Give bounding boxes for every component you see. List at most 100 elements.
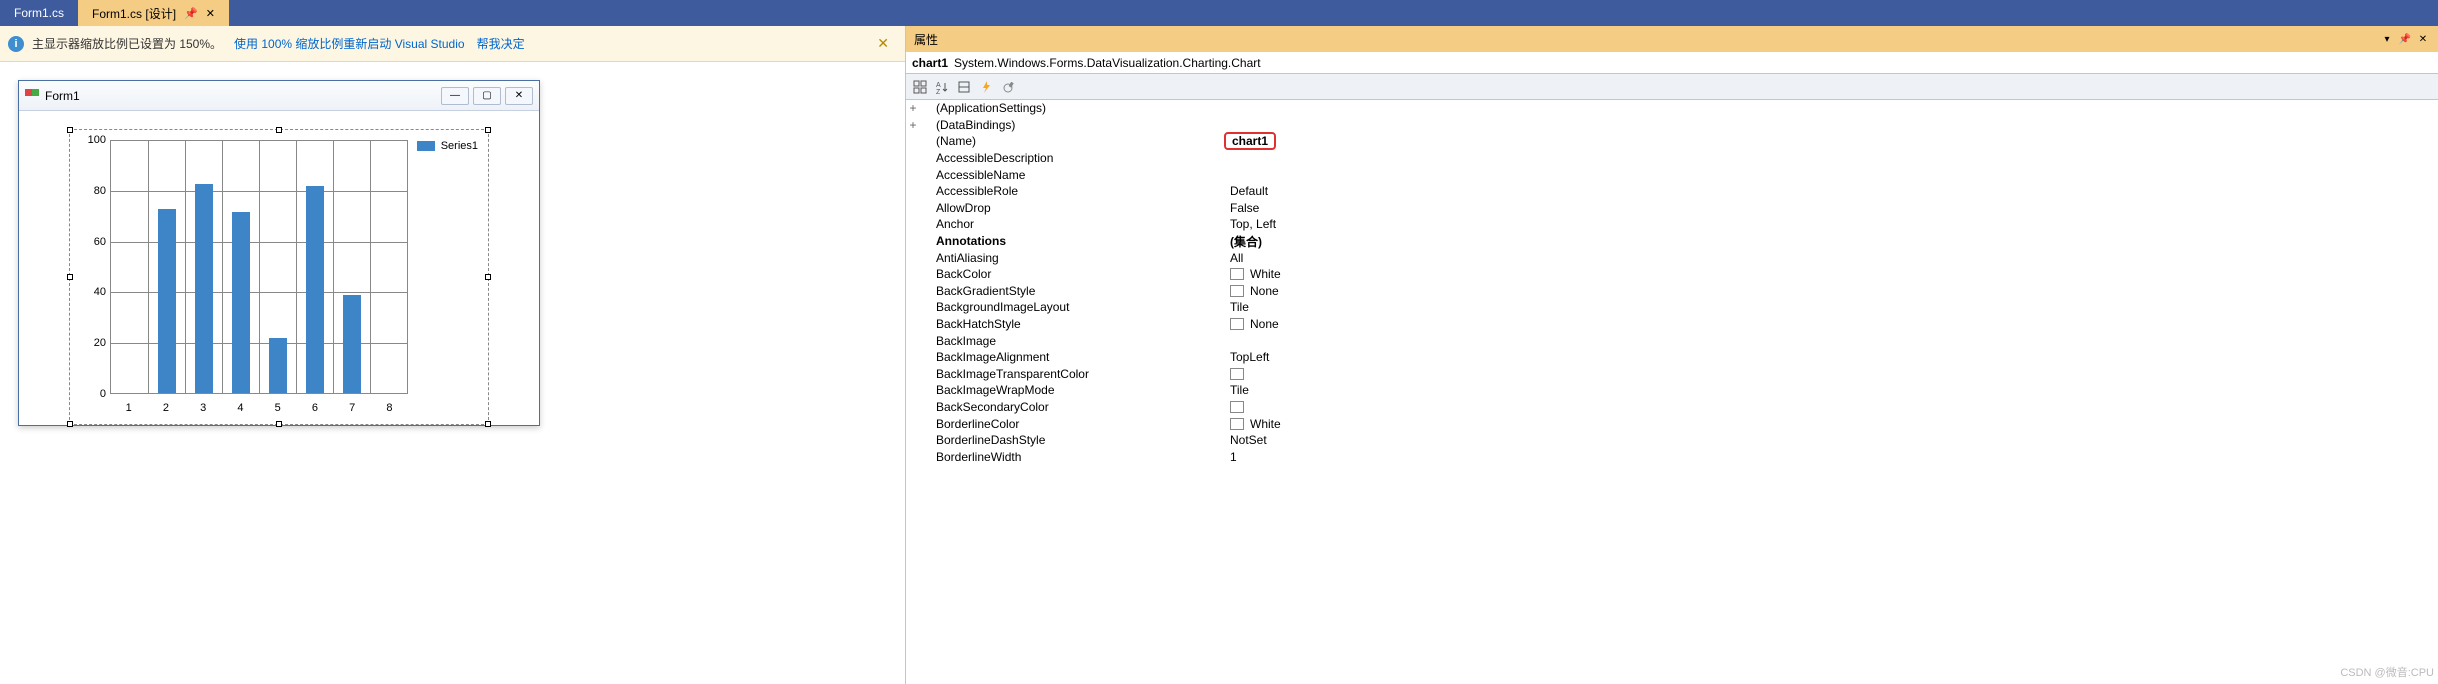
- pin-icon[interactable]: 📌: [2398, 32, 2412, 46]
- property-name: AccessibleRole: [920, 184, 1230, 198]
- form-body[interactable]: Series1 02040608010012345678: [19, 111, 539, 427]
- dropdown-icon[interactable]: ▾: [2380, 32, 2394, 46]
- help-link[interactable]: 帮我决定: [477, 35, 525, 52]
- property-row[interactable]: AntiAliasingAll: [906, 249, 2438, 266]
- property-name: Annotations: [920, 234, 1230, 248]
- property-value[interactable]: [1230, 368, 2438, 380]
- property-row[interactable]: AccessibleRoleDefault: [906, 183, 2438, 200]
- properties-grid[interactable]: +(ApplicationSettings)+(DataBindings)(Na…: [906, 100, 2438, 684]
- property-row[interactable]: BorderlineDashStyleNotSet: [906, 432, 2438, 449]
- property-name: BorderlineWidth: [920, 450, 1230, 464]
- x-tick-label: 3: [200, 402, 206, 414]
- property-row[interactable]: AccessibleName: [906, 166, 2438, 183]
- property-row[interactable]: BackImageAlignmentTopLeft: [906, 349, 2438, 366]
- property-row[interactable]: +(DataBindings): [906, 117, 2438, 134]
- tab-designer[interactable]: Form1.cs [设计] 📌 ✕: [78, 0, 229, 26]
- expand-icon[interactable]: +: [906, 118, 920, 132]
- property-name: AllowDrop: [920, 201, 1230, 215]
- object-selector[interactable]: chart1 System.Windows.Forms.DataVisualiz…: [906, 52, 2438, 74]
- form-icon: [25, 89, 39, 103]
- property-value[interactable]: TopLeft: [1230, 350, 2438, 364]
- property-name: BackColor: [920, 267, 1230, 281]
- properties-title: 属性 ▾ 📌 ✕: [906, 26, 2438, 52]
- property-row[interactable]: BackgroundImageLayoutTile: [906, 299, 2438, 316]
- property-row[interactable]: (Name)chart1: [906, 133, 2438, 150]
- property-value[interactable]: Tile: [1230, 300, 2438, 314]
- color-swatch: [1230, 368, 1244, 380]
- property-value[interactable]: [1230, 401, 2438, 413]
- property-row[interactable]: AllowDropFalse: [906, 200, 2438, 217]
- info-message: 主显示器缩放比例已设置为 150%。: [32, 35, 222, 52]
- chart-bar: [158, 209, 176, 393]
- properties-toolbar: AZ: [906, 74, 2438, 100]
- y-tick-label: 20: [70, 337, 106, 349]
- property-row[interactable]: BackGradientStyleNone: [906, 283, 2438, 300]
- tab-code[interactable]: Form1.cs: [0, 0, 78, 26]
- property-name: AccessibleName: [920, 168, 1230, 182]
- minimize-button[interactable]: —: [441, 87, 469, 105]
- property-row[interactable]: AccessibleDescription: [906, 150, 2438, 167]
- close-icon[interactable]: ✕: [2416, 32, 2430, 46]
- chart-bar: [306, 186, 324, 393]
- designer-canvas[interactable]: Form1 — ▢ ✕: [0, 62, 905, 684]
- alphabetical-icon[interactable]: AZ: [932, 77, 952, 97]
- property-value[interactable]: Default: [1230, 184, 2438, 198]
- property-name: BackgroundImageLayout: [920, 300, 1230, 314]
- x-tick-label: 2: [163, 402, 169, 414]
- property-row[interactable]: Annotations(集合): [906, 233, 2438, 250]
- property-name: BackSecondaryColor: [920, 400, 1230, 414]
- property-value[interactable]: 1: [1230, 450, 2438, 464]
- chart: Series1 02040608010012345678: [70, 130, 488, 424]
- x-tick-label: 7: [349, 402, 355, 414]
- property-value[interactable]: None: [1230, 317, 2438, 331]
- property-value[interactable]: Top, Left: [1230, 217, 2438, 231]
- property-row[interactable]: BorderlineColorWhite: [906, 415, 2438, 432]
- property-row[interactable]: AnchorTop, Left: [906, 216, 2438, 233]
- tab-strip: Form1.cs Form1.cs [设计] 📌 ✕: [0, 0, 2438, 26]
- property-name: Anchor: [920, 217, 1230, 231]
- property-value[interactable]: (集合): [1230, 233, 2438, 250]
- property-row[interactable]: BackColorWhite: [906, 266, 2438, 283]
- properties-icon[interactable]: [954, 77, 974, 97]
- property-name: AccessibleDescription: [920, 151, 1230, 165]
- property-value[interactable]: chart1: [1230, 132, 2438, 150]
- properties-panel: 属性 ▾ 📌 ✕ chart1 System.Windows.Forms.Dat…: [905, 26, 2438, 684]
- chart-bar: [343, 295, 361, 393]
- property-name: BackImageWrapMode: [920, 383, 1230, 397]
- property-row[interactable]: +(ApplicationSettings): [906, 100, 2438, 117]
- property-value[interactable]: Tile: [1230, 383, 2438, 397]
- y-tick-label: 40: [70, 286, 106, 298]
- property-value[interactable]: None: [1230, 284, 2438, 298]
- property-row[interactable]: BackImageTransparentColor: [906, 366, 2438, 383]
- color-swatch: [1230, 401, 1244, 413]
- property-value[interactable]: White: [1230, 417, 2438, 431]
- property-row[interactable]: BackImage: [906, 332, 2438, 349]
- maximize-button[interactable]: ▢: [473, 87, 501, 105]
- form-title-text: Form1: [45, 89, 80, 103]
- x-tick-label: 6: [312, 402, 318, 414]
- close-icon[interactable]: ✕: [206, 7, 215, 20]
- color-swatch: [1230, 418, 1244, 430]
- svg-text:A: A: [936, 82, 941, 89]
- property-value[interactable]: White: [1230, 267, 2438, 281]
- property-row[interactable]: BorderlineWidth1: [906, 448, 2438, 465]
- pin-icon[interactable]: 📌: [184, 7, 198, 20]
- restart-link[interactable]: 使用 100% 缩放比例重新启动 Visual Studio: [234, 35, 465, 52]
- chart-control[interactable]: Series1 02040608010012345678: [69, 129, 489, 425]
- categorized-icon[interactable]: [910, 77, 930, 97]
- property-row[interactable]: BackSecondaryColor: [906, 399, 2438, 416]
- close-button[interactable]: ✕: [505, 87, 533, 105]
- expand-icon[interactable]: +: [906, 101, 920, 115]
- property-value[interactable]: NotSet: [1230, 433, 2438, 447]
- events-icon[interactable]: [976, 77, 996, 97]
- info-close-icon[interactable]: ✕: [869, 35, 897, 52]
- property-name: BackImageAlignment: [920, 350, 1230, 364]
- y-tick-label: 0: [70, 388, 106, 400]
- property-pages-icon[interactable]: [998, 77, 1018, 97]
- property-name: BorderlineDashStyle: [920, 433, 1230, 447]
- property-value[interactable]: All: [1230, 251, 2438, 265]
- property-row[interactable]: BackHatchStyleNone: [906, 316, 2438, 333]
- property-row[interactable]: BackImageWrapModeTile: [906, 382, 2438, 399]
- form-window[interactable]: Form1 — ▢ ✕: [18, 80, 540, 426]
- property-value[interactable]: False: [1230, 201, 2438, 215]
